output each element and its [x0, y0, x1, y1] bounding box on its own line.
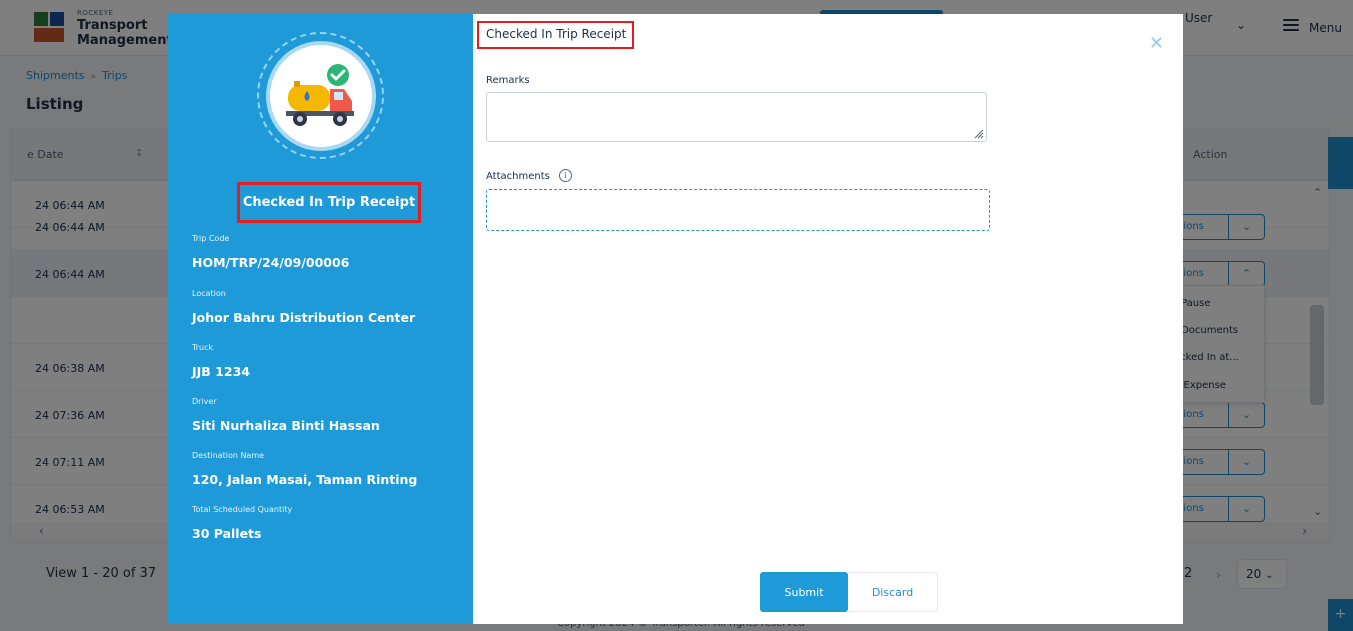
truck-value: JJB 1234 — [192, 364, 250, 379]
destination-name-value: 120, Jalan Masai, Taman Rinting — [192, 472, 418, 487]
submit-button[interactable]: Submit — [760, 572, 848, 612]
attachments-label: Attachments — [486, 171, 550, 182]
checked-in-trip-receipt-modal: Checked In Trip Receipt Trip Code HOM/TR… — [168, 14, 1183, 624]
location-value: Johor Bahru Distribution Center — [192, 310, 416, 325]
trip-code-label: Trip Code — [192, 234, 230, 243]
modal-title: Checked In Trip Receipt — [477, 21, 635, 49]
total-scheduled-quantity-label: Total Scheduled Quantity — [192, 505, 293, 514]
remarks-label: Remarks — [486, 75, 530, 86]
trip-code-value: HOM/TRP/24/09/00006 — [192, 255, 350, 270]
resize-grip-icon[interactable] — [972, 127, 984, 139]
truck-label: Truck — [192, 343, 214, 352]
panel-title: Checked In Trip Receipt — [237, 182, 421, 223]
truck-check-icon — [266, 41, 376, 151]
remarks-input[interactable] — [486, 92, 987, 142]
driver-label: Driver — [192, 397, 217, 406]
info-icon[interactable]: i — [559, 169, 572, 182]
location-label: Location — [192, 289, 226, 298]
discard-button[interactable]: Discard — [848, 572, 938, 612]
attachments-dropzone[interactable] — [486, 189, 990, 231]
close-icon[interactable]: ✕ — [1149, 35, 1164, 53]
destination-name-label: Destination Name — [192, 451, 265, 460]
driver-value: Siti Nurhaliza Binti Hassan — [192, 418, 380, 433]
total-scheduled-quantity-value: 30 Pallets — [192, 526, 262, 541]
trip-summary-panel: Checked In Trip Receipt Trip Code HOM/TR… — [168, 14, 473, 624]
